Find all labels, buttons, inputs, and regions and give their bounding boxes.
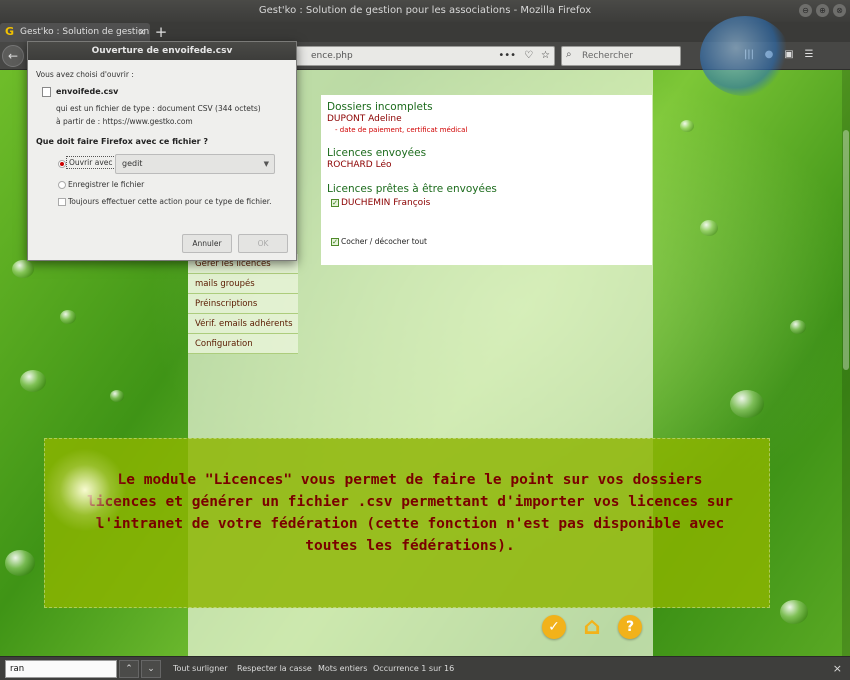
incomplete-name[interactable]: DUPONT Adeline (327, 114, 402, 124)
water-drop-decoration (60, 310, 76, 324)
tab-gestko[interactable]: G Gest'ko : Solution de gestion po × (0, 23, 150, 42)
help-icon[interactable]: ? (618, 615, 642, 639)
hamburger-menu-icon[interactable]: ☰ (802, 48, 816, 62)
gestko-favicon-icon: G (5, 25, 15, 38)
side-menu: Gérer les licences mails groupés Préinsc… (188, 254, 298, 354)
check-icon[interactable]: ✓ (542, 615, 566, 639)
search-icon: ⌕ (566, 49, 572, 60)
licences-panel: Dossiers incomplets DUPONT Adeline - dat… (321, 95, 652, 265)
page-scrollbar[interactable] (842, 70, 850, 656)
dialog-intro: Vous avez choisi d'ouvrir : (36, 70, 134, 79)
water-drop-decoration (20, 370, 46, 392)
incomplete-note: - date de paiement, certificat médical (335, 126, 468, 134)
find-bar: ran ⌃ ⌄ Tout surligner Respecter la cass… (0, 656, 850, 680)
info-text: Le module "Licences" vous permet de fair… (86, 472, 733, 554)
maximize-button[interactable]: ⊕ (816, 4, 829, 17)
dialog-from-line: à partir de : https://www.gestko.com (56, 117, 193, 126)
close-window-button[interactable]: ⊗ (833, 4, 846, 17)
light-glow-decoration (40, 445, 130, 535)
water-drop-decoration (110, 390, 124, 402)
tab-close-icon[interactable]: × (138, 23, 146, 42)
firefox-logo-icon (700, 16, 790, 96)
water-drop-decoration (5, 550, 35, 576)
find-previous-button[interactable]: ⌃ (119, 660, 139, 678)
sent-title: Licences envoyées (327, 147, 427, 159)
search-input[interactable]: ⌕ Rechercher (561, 46, 681, 66)
chevron-down-icon: ▼ (263, 160, 269, 168)
page-actions-icon[interactable]: ••• (498, 48, 516, 64)
open-with-select[interactable]: gedit ▼ (115, 154, 275, 174)
dialog-title: Ouverture de envoifede.csv (28, 42, 296, 60)
ok-button[interactable]: OK (238, 234, 288, 253)
file-icon (42, 87, 51, 97)
back-button[interactable]: ← (2, 45, 24, 67)
save-file-label[interactable]: Enregistrer le fichier (68, 180, 144, 189)
find-status: Occurrence 1 sur 16 (373, 664, 455, 673)
ready-name: DUCHEMIN François (341, 198, 431, 208)
search-placeholder: Rechercher (582, 51, 633, 61)
home-icon[interactable]: ⌂ (580, 614, 604, 639)
open-with-app: gedit (122, 159, 143, 168)
whole-words-toggle[interactable]: Mots entiers (318, 657, 367, 680)
cancel-button[interactable]: Annuler (182, 234, 232, 253)
menu-item-verify-emails[interactable]: Vérif. emails adhérents (188, 314, 298, 334)
always-checkbox[interactable] (58, 198, 66, 206)
highlight-all-toggle[interactable]: Tout surligner (173, 657, 228, 680)
tab-label: Gest'ko : Solution de gestion po (20, 27, 150, 37)
ready-item[interactable]: ✓ DUCHEMIN François (331, 198, 430, 208)
ready-checkbox[interactable]: ✓ (331, 198, 339, 207)
water-drop-decoration (700, 220, 718, 236)
water-drop-decoration (780, 600, 808, 624)
incomplete-title: Dossiers incomplets (327, 101, 433, 113)
url-bar-icons: ••• ♡ ☆ (498, 48, 550, 64)
new-tab-button[interactable]: + (153, 22, 169, 42)
pocket-icon[interactable]: ♡ (524, 48, 533, 64)
water-drop-decoration (790, 320, 806, 334)
save-file-radio[interactable] (58, 181, 66, 189)
scrollbar-thumb[interactable] (843, 130, 849, 370)
find-next-button[interactable]: ⌄ (141, 660, 161, 678)
url-text: ence.php (311, 51, 353, 61)
open-with-radio[interactable] (58, 160, 66, 168)
window-titlebar: Gest'ko : Solution de gestion pour les a… (0, 0, 850, 22)
menu-item-preregistrations[interactable]: Préinscriptions (188, 294, 298, 314)
bookmark-star-icon[interactable]: ☆ (541, 48, 550, 64)
dialog-filename: envoifede.csv (56, 87, 119, 96)
toggle-all-checkbox[interactable]: ✓ (331, 238, 339, 246)
menu-item-configuration[interactable]: Configuration (188, 334, 298, 354)
sent-name[interactable]: ROCHARD Léo (327, 160, 392, 170)
ready-title: Licences prêtes à être envoyées (327, 183, 497, 195)
always-label[interactable]: Toujours effectuer cette action pour ce … (68, 197, 272, 206)
menu-item-group-mails[interactable]: mails groupés (188, 274, 298, 294)
download-dialog: Ouverture de envoifede.csv Vous avez cho… (27, 41, 297, 261)
dialog-question: Que doit faire Firefox avec ce fichier ? (36, 137, 208, 146)
window-controls: ⊖ ⊕ ⊗ (799, 4, 846, 17)
window-title: Gest'ko : Solution de gestion pour les a… (258, 5, 592, 16)
toggle-all[interactable]: ✓ Cocher / décocher tout (331, 237, 427, 246)
find-close-icon[interactable]: × (833, 657, 842, 680)
match-case-toggle[interactable]: Respecter la casse (237, 657, 312, 680)
toggle-all-label: Cocher / décocher tout (341, 237, 427, 246)
minimize-button[interactable]: ⊖ (799, 4, 812, 17)
water-drop-decoration (730, 390, 764, 418)
find-input[interactable]: ran (5, 660, 117, 678)
info-tooltip-box: Le module "Licences" vous permet de fair… (44, 438, 770, 608)
dialog-type-line: qui est un fichier de type : document CS… (56, 104, 261, 113)
water-drop-decoration (12, 260, 34, 278)
open-with-label[interactable]: Ouvrir avec (66, 156, 116, 169)
water-drop-decoration (680, 120, 694, 132)
